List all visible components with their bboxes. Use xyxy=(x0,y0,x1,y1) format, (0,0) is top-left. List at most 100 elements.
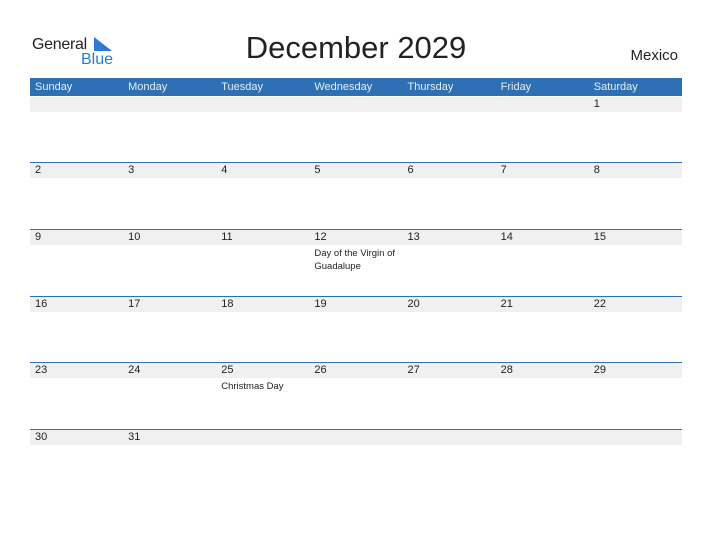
calendar-day[interactable] xyxy=(402,429,496,496)
calendar-day[interactable]: 3 xyxy=(123,162,217,229)
calendar-day[interactable]: 10 xyxy=(123,229,217,296)
day-number-band xyxy=(216,162,310,178)
holiday-label: Christmas Day xyxy=(221,380,284,392)
calendar-day[interactable] xyxy=(495,97,589,163)
calendar-day[interactable]: 2 xyxy=(30,162,124,229)
calendar-day[interactable] xyxy=(123,97,217,163)
day-number-band xyxy=(588,97,682,112)
calendar-day[interactable]: 5 xyxy=(309,162,403,229)
calendar-day[interactable] xyxy=(588,429,682,496)
day-number: 4 xyxy=(221,163,228,176)
weekday-saturday: Saturday xyxy=(593,81,638,93)
day-number: 17 xyxy=(128,297,141,310)
calendar-day[interactable]: 30 xyxy=(30,429,124,496)
calendar-day[interactable]: 25 Christmas Day xyxy=(216,362,310,429)
calendar-week: 16 17 18 19 20 21 22 xyxy=(30,295,682,363)
calendar-day[interactable]: 7 xyxy=(495,162,589,229)
page-title: December 2029 xyxy=(245,30,467,65)
holiday-label: Day of the Virgin of Guadalupe xyxy=(314,247,395,272)
day-number: 12 xyxy=(314,230,327,243)
day-number: 28 xyxy=(500,363,513,376)
weekday-sunday: Sunday xyxy=(35,81,73,93)
country-label: Mexico xyxy=(630,47,678,64)
calendar-week: 30 31 xyxy=(30,428,682,496)
calendar-day[interactable]: 17 xyxy=(123,296,217,363)
weekday-monday: Monday xyxy=(128,81,168,93)
day-number-band xyxy=(402,162,496,178)
day-number: 16 xyxy=(35,297,48,310)
day-number: 1 xyxy=(593,98,600,110)
day-number: 3 xyxy=(128,163,135,176)
day-number-band xyxy=(123,162,217,178)
calendar-day[interactable]: 19 xyxy=(309,296,403,363)
calendar-day[interactable] xyxy=(216,429,310,496)
day-number-band xyxy=(402,429,496,445)
day-number-band xyxy=(402,97,496,112)
calendar-week: 2 3 4 5 6 7 8 xyxy=(30,161,682,229)
day-number: 2 xyxy=(35,163,42,176)
day-number: 25 xyxy=(221,363,234,376)
day-number: 24 xyxy=(128,363,141,376)
calendar-day[interactable]: 28 xyxy=(495,362,589,429)
calendar-day[interactable]: 23 xyxy=(30,362,124,429)
calendar-day[interactable]: 8 xyxy=(588,162,682,229)
calendar-day[interactable]: 1 xyxy=(588,97,682,163)
calendar-day[interactable]: 12 Day of the Virgin of Guadalupe xyxy=(309,229,403,296)
day-number: 21 xyxy=(500,297,513,310)
calendar-week: 9 10 11 12 Day of the Virgin of Guadalupe 13 1… xyxy=(30,228,682,296)
day-number: 20 xyxy=(407,297,420,310)
calendar-day[interactable]: 24 xyxy=(123,362,217,429)
calendar-day[interactable] xyxy=(216,97,310,163)
calendar-day[interactable] xyxy=(402,97,496,163)
day-number-band xyxy=(216,97,310,112)
calendar-day[interactable]: 20 xyxy=(402,296,496,363)
calendar-day[interactable]: 6 xyxy=(402,162,496,229)
calendar-day[interactable]: 15 xyxy=(588,229,682,296)
day-number-band xyxy=(30,229,124,245)
day-number: 15 xyxy=(593,230,606,243)
day-number: 7 xyxy=(500,163,507,176)
day-number-band xyxy=(30,162,124,178)
day-number: 26 xyxy=(314,363,327,376)
calendar-day[interactable]: 13 xyxy=(402,229,496,296)
calendar-day[interactable]: 26 xyxy=(309,362,403,429)
day-number: 14 xyxy=(500,230,513,243)
weekday-thursday: Thursday xyxy=(407,81,454,93)
day-number: 22 xyxy=(593,297,606,310)
calendar-day[interactable] xyxy=(309,429,403,496)
day-number-band xyxy=(309,162,403,178)
calendar-week: 1 xyxy=(30,97,682,163)
day-number: 31 xyxy=(128,430,141,443)
calendar-day[interactable]: 4 xyxy=(216,162,310,229)
day-number-band xyxy=(495,429,589,445)
day-number: 9 xyxy=(35,230,42,243)
day-number: 30 xyxy=(35,430,48,443)
calendar-day[interactable]: 27 xyxy=(402,362,496,429)
calendar-day[interactable] xyxy=(309,97,403,163)
day-number-band xyxy=(30,97,124,112)
day-number-band xyxy=(309,97,403,112)
calendar-day[interactable]: 14 xyxy=(495,229,589,296)
calendar-day[interactable]: 22 xyxy=(588,296,682,363)
calendar-day[interactable]: 16 xyxy=(30,296,124,363)
calendar-day[interactable]: 21 xyxy=(495,296,589,363)
day-number-band xyxy=(495,97,589,112)
calendar-day[interactable]: 9 xyxy=(30,229,124,296)
calendar-day[interactable]: 18 xyxy=(216,296,310,363)
day-number-band xyxy=(588,429,682,445)
calendar-day[interactable]: 11 xyxy=(216,229,310,296)
weekday-tuesday: Tuesday xyxy=(221,81,264,93)
calendar-day[interactable] xyxy=(495,429,589,496)
day-number: 5 xyxy=(314,163,321,176)
day-number-band xyxy=(588,162,682,178)
day-number: 11 xyxy=(221,230,233,243)
weekday-header: Sunday Monday Tuesday Wednesday Thursday… xyxy=(30,78,682,96)
calendar-day[interactable] xyxy=(30,97,124,163)
day-number-band xyxy=(123,97,217,112)
calendar-week: 23 24 25 Christmas Day 26 27 28 29 xyxy=(30,361,682,429)
day-number: 27 xyxy=(407,363,420,376)
calendar-day[interactable]: 29 xyxy=(588,362,682,429)
calendar-day[interactable]: 31 xyxy=(123,429,217,496)
day-number: 13 xyxy=(407,230,420,243)
day-number: 10 xyxy=(128,230,141,243)
